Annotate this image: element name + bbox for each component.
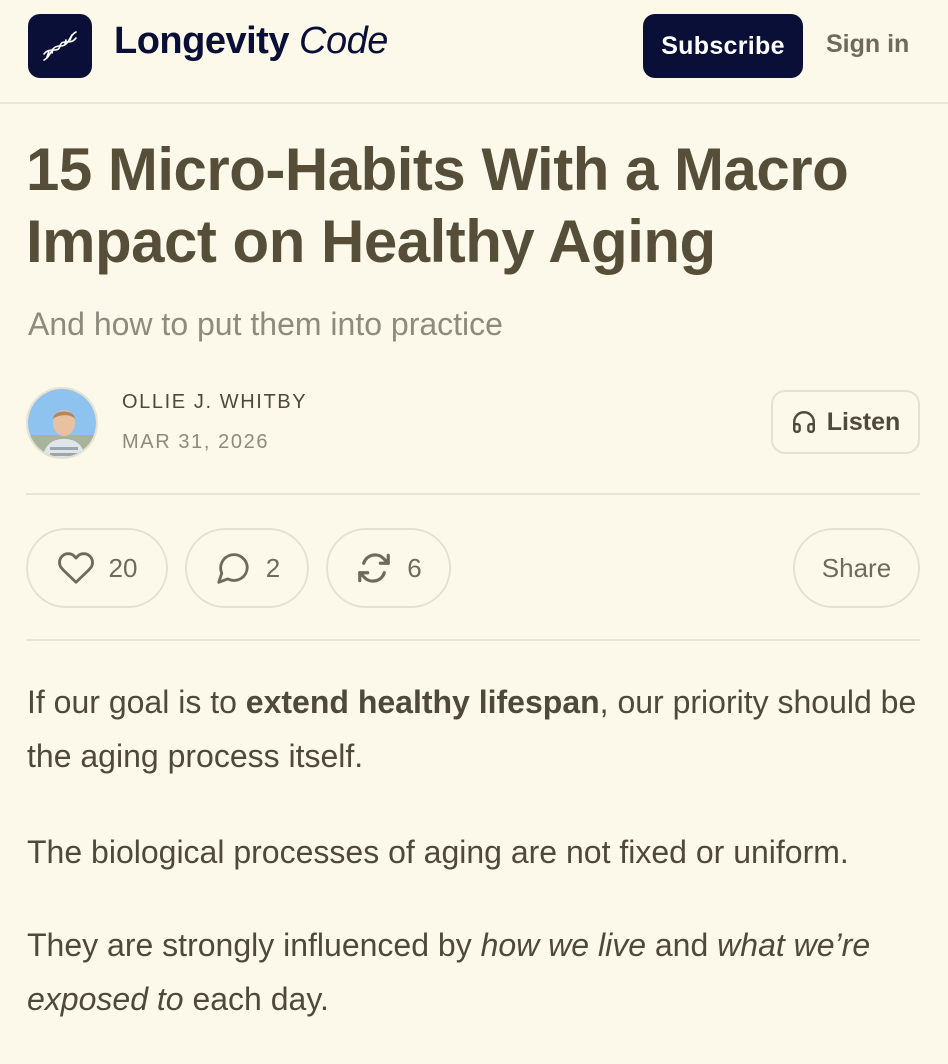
sign-in-link[interactable]: Sign in: [826, 30, 909, 59]
paragraph-text: each day.: [183, 981, 329, 1017]
subscribe-button[interactable]: Subscribe: [643, 14, 803, 78]
dna-icon: [43, 31, 77, 61]
body-paragraph-1: If our goal is to extend healthy lifespa…: [27, 675, 917, 783]
article-title: 15 Micro-Habits With a Macro Impact on H…: [26, 136, 849, 275]
paragraph-text: They are strongly influenced by: [27, 927, 481, 963]
emphasis-italic: how we live: [480, 927, 646, 963]
like-button[interactable]: 20: [26, 528, 168, 608]
paragraph-text: and: [645, 927, 718, 963]
brand-name-bold: Longevity: [114, 20, 289, 62]
comment-count: 2: [265, 552, 281, 583]
share-label: Share: [821, 552, 892, 583]
share-button[interactable]: Share: [793, 528, 920, 608]
comment-button[interactable]: 2: [185, 528, 309, 608]
brand-name[interactable]: Longevity Code: [114, 20, 388, 63]
like-count: 20: [108, 552, 138, 583]
restack-count: 6: [407, 552, 422, 583]
paragraph-text: If our goal is to: [27, 684, 246, 720]
site-header: Longevity Code Subscribe Sign in: [0, 0, 948, 104]
restack-icon: [358, 553, 391, 583]
site-logo[interactable]: [28, 14, 92, 78]
avatar-image: [28, 389, 96, 457]
heart-icon: [57, 552, 94, 584]
body-paragraph-2: The biological processes of aging are no…: [27, 834, 849, 870]
article-subtitle: And how to put them into practice: [28, 306, 503, 342]
divider: [26, 493, 920, 495]
restack-button[interactable]: 6: [326, 528, 451, 608]
author-name[interactable]: OLLIE J. WHITBY: [122, 391, 307, 414]
listen-label: Listen: [826, 407, 901, 436]
publish-date: MAR 31, 2026: [122, 431, 270, 453]
divider: [26, 639, 920, 641]
emphasis-bold: extend healthy lifespan: [245, 684, 600, 720]
headphones-icon: [792, 411, 815, 433]
listen-button[interactable]: Listen: [771, 390, 920, 454]
brand-name-italic: Code: [299, 20, 388, 62]
body-paragraph-3: They are strongly influenced by how we l…: [27, 918, 917, 1026]
comment-icon: [217, 553, 249, 584]
author-avatar[interactable]: [26, 387, 98, 459]
